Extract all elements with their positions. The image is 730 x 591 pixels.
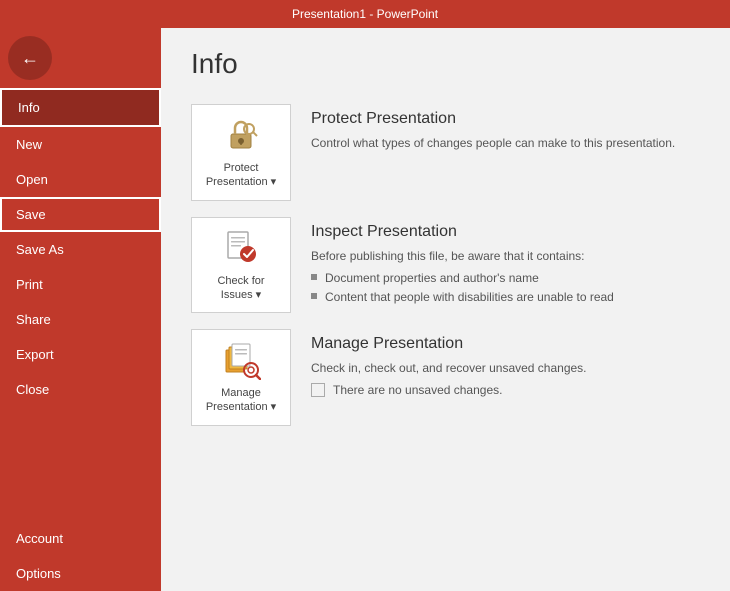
manage-desc: Check in, check out, and recover unsaved… <box>311 359 700 377</box>
manage-text-area: Manage Presentation Check in, check out,… <box>311 329 700 399</box>
inspect-icon <box>221 228 261 268</box>
inspect-button[interactable]: Check forIssues ▾ <box>191 217 291 314</box>
manage-icon-label: ManagePresentation ▾ <box>206 386 276 415</box>
protect-text-area: Protect Presentation Control what types … <box>311 104 700 152</box>
protect-desc: Control what types of changes people can… <box>311 134 700 152</box>
protect-title: Protect Presentation <box>311 110 700 128</box>
manage-card: ManagePresentation ▾ Manage Presentation… <box>191 329 700 426</box>
sidebar-item-print[interactable]: Print <box>0 267 161 302</box>
manage-button[interactable]: ManagePresentation ▾ <box>191 329 291 426</box>
manage-sub-desc: There are no unsaved changes. <box>333 381 502 399</box>
sidebar-bottom: Account Options <box>0 521 161 591</box>
bullet-icon <box>311 293 317 299</box>
title-bar-text: Presentation1 - PowerPoint <box>292 7 438 21</box>
inspect-title: Inspect Presentation <box>311 223 700 241</box>
sidebar-item-export[interactable]: Export <box>0 337 161 372</box>
inspect-bullets: Document properties and author's name Co… <box>311 269 700 307</box>
sidebar-item-share[interactable]: Share <box>0 302 161 337</box>
manage-title: Manage Presentation <box>311 335 700 353</box>
protect-button[interactable]: ProtectPresentation ▾ <box>191 104 291 201</box>
bullet-item: Content that people with disabilities ar… <box>311 288 700 307</box>
sidebar-item-save[interactable]: Save <box>0 197 161 232</box>
sidebar-item-new[interactable]: New <box>0 127 161 162</box>
main-panel: Info ProtectPresentation ▾ Protect Prese… <box>161 28 730 591</box>
doc-icon <box>311 383 325 397</box>
manage-sub-desc-row: There are no unsaved changes. <box>311 381 700 399</box>
inspect-card: Check forIssues ▾ Inspect Presentation B… <box>191 217 700 314</box>
back-icon: ← <box>21 48 39 69</box>
sidebar-item-save-as[interactable]: Save As <box>0 232 161 267</box>
sidebar-item-info[interactable]: Info <box>0 88 161 127</box>
sidebar-item-close[interactable]: Close <box>0 372 161 407</box>
inspect-text-area: Inspect Presentation Before publishing t… <box>311 217 700 307</box>
bullet-item: Document properties and author's name <box>311 269 700 288</box>
sidebar: ← Info New Open Save Save As Print Share… <box>0 28 161 591</box>
sidebar-item-open[interactable]: Open <box>0 162 161 197</box>
inspect-icon-label: Check forIssues ▾ <box>217 274 264 303</box>
inspect-desc: Before publishing this file, be aware th… <box>311 247 700 265</box>
sidebar-item-account[interactable]: Account <box>0 521 161 556</box>
lock-icon <box>221 115 261 155</box>
back-button[interactable]: ← <box>8 36 52 80</box>
protect-card: ProtectPresentation ▾ Protect Presentati… <box>191 104 700 201</box>
protect-icon-label: ProtectPresentation ▾ <box>206 161 276 190</box>
bullet-icon <box>311 274 317 280</box>
page-title: Info <box>191 48 700 80</box>
manage-icon <box>221 340 261 380</box>
sidebar-item-options[interactable]: Options <box>0 556 161 591</box>
